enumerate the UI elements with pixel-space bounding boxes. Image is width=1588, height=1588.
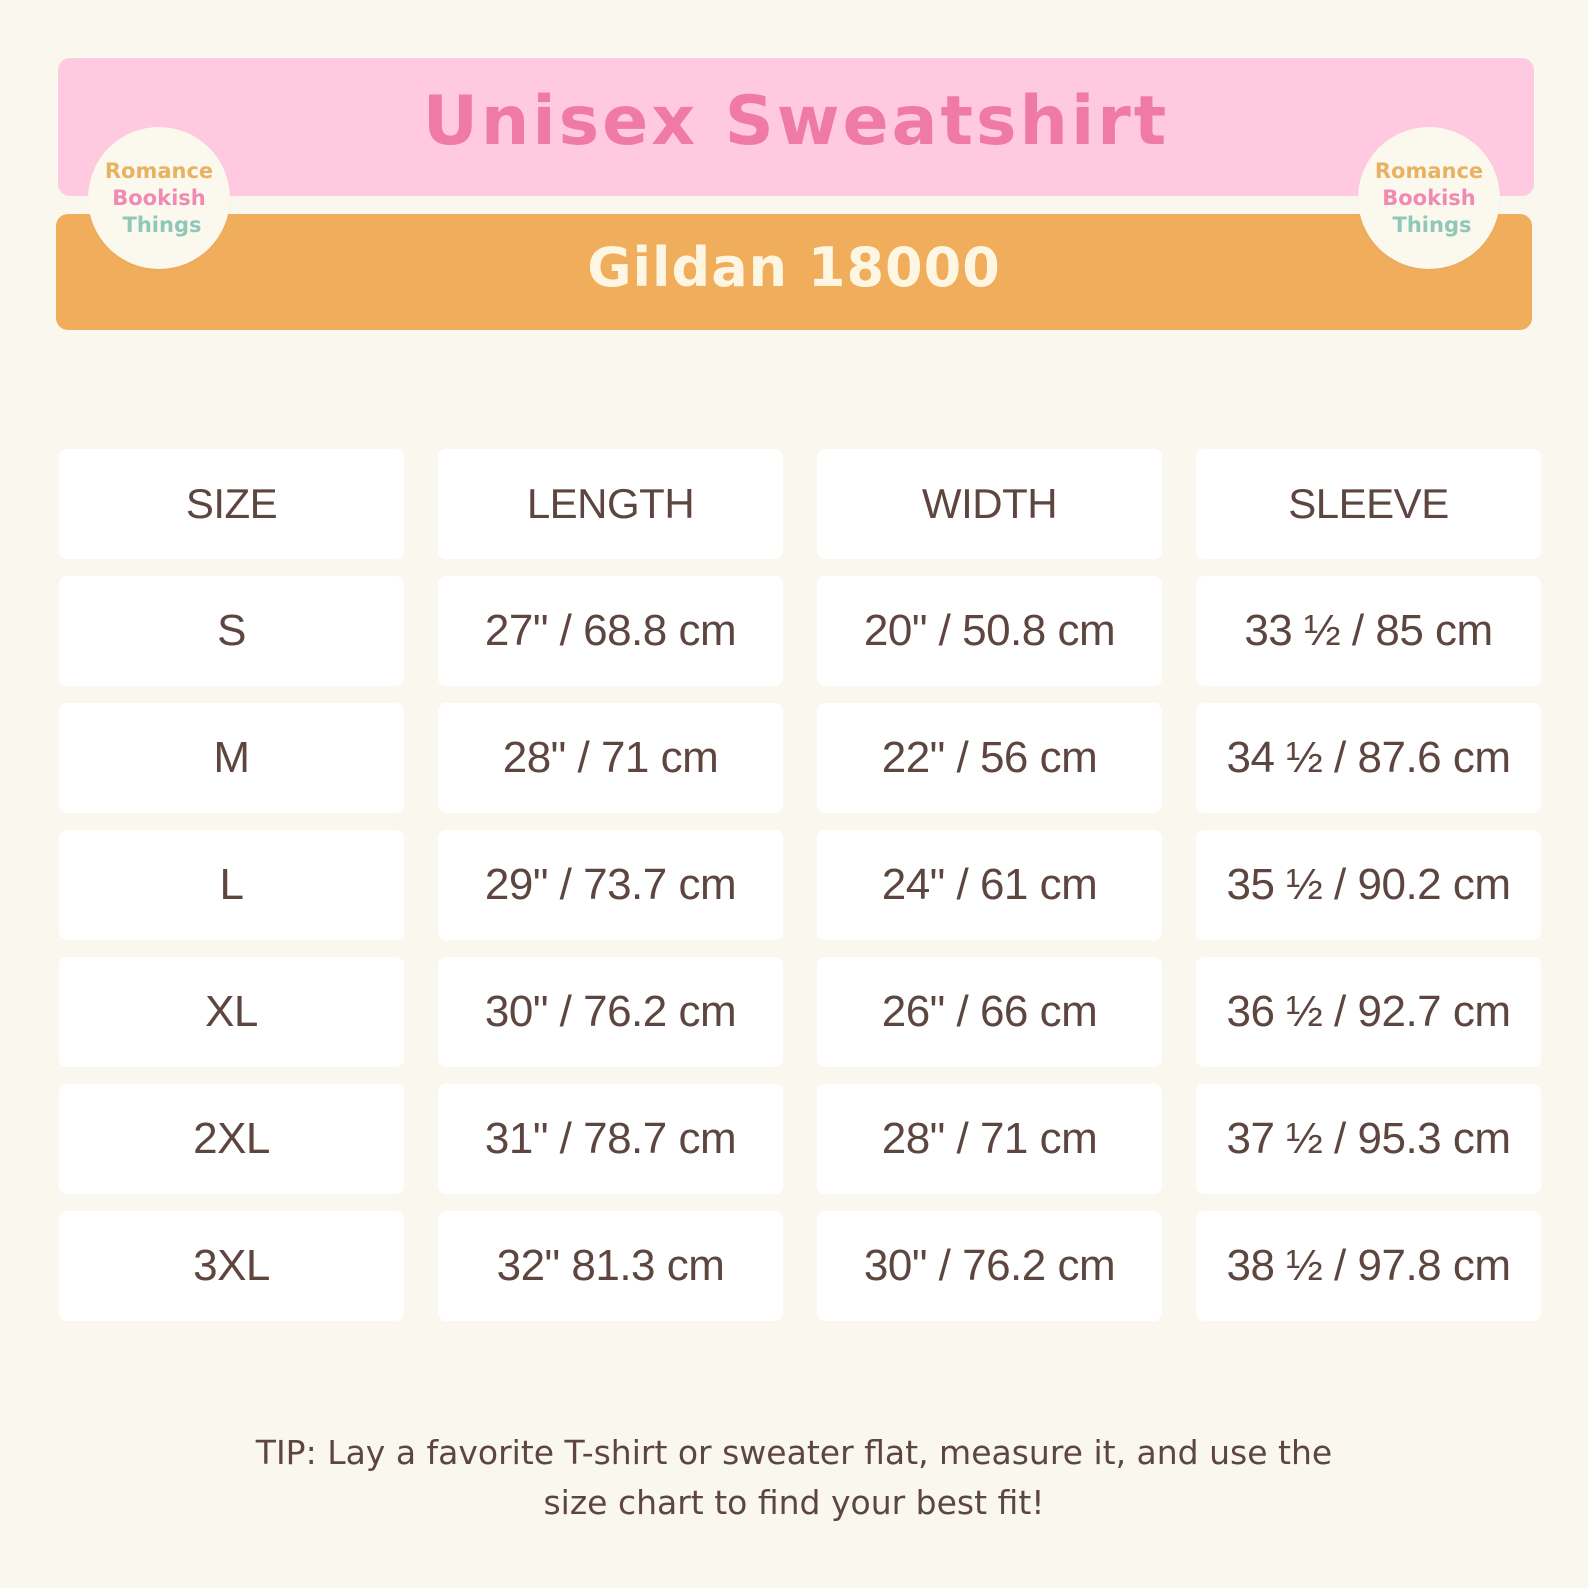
row-2xl-sleeve: 37 ½ / 95.3 cm <box>1196 1084 1541 1194</box>
fit-tip-line-2: size chart to find your best fit! <box>543 1483 1045 1522</box>
row-m-sleeve: 34 ½ / 87.6 cm <box>1196 703 1541 813</box>
logo-line-1: Romance <box>104 158 214 183</box>
row-l-size: L <box>59 830 404 940</box>
page-subtitle: Gildan 18000 <box>587 236 1001 299</box>
row-xl-size: XL <box>59 957 404 1067</box>
header-sleeve: SLEEVE <box>1196 449 1541 559</box>
fit-tip: TIP: Lay a favorite T-shirt or sweater f… <box>200 1428 1388 1528</box>
row-3xl-length: 32" 81.3 cm <box>438 1211 783 1321</box>
header-length: LENGTH <box>438 449 783 559</box>
row-3xl-width: 30" / 76.2 cm <box>817 1211 1162 1321</box>
row-s-width: 20" / 50.8 cm <box>817 576 1162 686</box>
logo-line-2: Bookish <box>112 185 206 210</box>
logo-line-3: Things <box>122 212 202 237</box>
brand-logo-right: Romance Bookish Things <box>1358 127 1500 269</box>
row-2xl-size: 2XL <box>59 1084 404 1194</box>
logo-line-3: Things <box>1392 212 1472 237</box>
row-s-length: 27" / 68.8 cm <box>438 576 783 686</box>
row-m-width: 22" / 56 cm <box>817 703 1162 813</box>
row-m-length: 28" / 71 cm <box>438 703 783 813</box>
brand-logo-left: Romance Bookish Things <box>88 127 230 269</box>
row-3xl-sleeve: 38 ½ / 97.8 cm <box>1196 1211 1541 1321</box>
row-l-width: 24" / 61 cm <box>817 830 1162 940</box>
row-xl-sleeve: 36 ½ / 92.7 cm <box>1196 957 1541 1067</box>
row-xl-width: 26" / 66 cm <box>817 957 1162 1067</box>
row-l-sleeve: 35 ½ / 90.2 cm <box>1196 830 1541 940</box>
row-2xl-length: 31" / 78.7 cm <box>438 1084 783 1194</box>
row-3xl-size: 3XL <box>59 1211 404 1321</box>
header-width: WIDTH <box>817 449 1162 559</box>
logo-line-2: Bookish <box>1382 185 1476 210</box>
header-size: SIZE <box>59 449 404 559</box>
row-xl-length: 30" / 76.2 cm <box>438 957 783 1067</box>
row-m-size: M <box>59 703 404 813</box>
row-2xl-width: 28" / 71 cm <box>817 1084 1162 1194</box>
row-s-sleeve: 33 ½ / 85 cm <box>1196 576 1541 686</box>
page-title: Unisex Sweatshirt <box>422 82 1170 161</box>
row-s-size: S <box>59 576 404 686</box>
logo-line-1: Romance <box>1374 158 1484 183</box>
fit-tip-line-1: TIP: Lay a favorite T-shirt or sweater f… <box>255 1433 1333 1472</box>
size-chart-table: SIZE LENGTH WIDTH SLEEVE S 27" / 68.8 cm… <box>59 449 1543 1321</box>
row-l-length: 29" / 73.7 cm <box>438 830 783 940</box>
